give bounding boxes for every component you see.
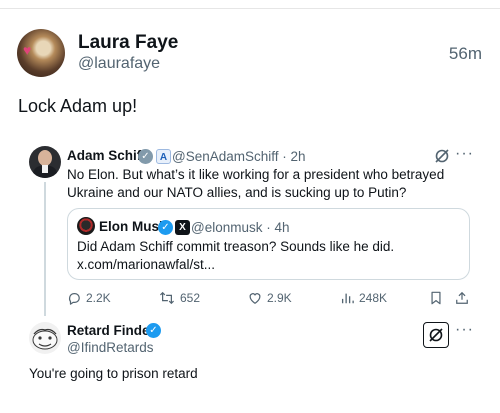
nested-post-link[interactable]: x.com/marionawfal/st...	[77, 256, 462, 274]
nested-post-line: Did Adam Schiff commit treason? Sounds l…	[77, 239, 395, 254]
author-avatar[interactable]: ♥	[17, 29, 65, 77]
reply-author-handle[interactable]: @IfindRetards	[67, 340, 154, 355]
reply-count: 2.2K	[86, 291, 111, 305]
views-chart-icon	[341, 293, 354, 304]
repost-button[interactable]: 652	[159, 290, 200, 306]
post-timestamp[interactable]: 56m	[449, 44, 482, 64]
share-button[interactable]	[455, 290, 469, 306]
bookmark-icon	[431, 291, 441, 305]
reply-author-name[interactable]: Retard Finder	[67, 323, 155, 338]
share-icon	[456, 291, 468, 304]
verified-grey-badge-icon: ✓	[138, 149, 153, 164]
avatar-face	[38, 150, 52, 166]
grok-button[interactable]	[423, 322, 449, 348]
views-button[interactable]: 248K	[340, 290, 387, 306]
like-button[interactable]: 2.9K	[248, 290, 292, 306]
more-options-button[interactable]: ···	[455, 145, 474, 163]
like-count: 2.9K	[267, 291, 292, 305]
repost-count: 652	[180, 291, 201, 305]
nested-author-handle-time[interactable]: @elonmusk · 4h	[191, 220, 290, 235]
grok-icon	[429, 328, 443, 342]
reply-icon	[68, 293, 80, 305]
nested-post-text: Did Adam Schiff commit treason? Sounds l…	[77, 238, 462, 274]
quoted-author-handle-time[interactable]: @SenAdamSchiff · 2h	[172, 149, 306, 164]
reply-author-avatar[interactable]	[29, 322, 61, 354]
heart-decoration-icon: ♥	[23, 42, 32, 58]
reply-button[interactable]: 2.2K	[67, 290, 111, 306]
repost-icon	[160, 291, 174, 305]
bookmark-button[interactable]	[430, 290, 442, 306]
top-divider	[0, 8, 500, 9]
quoted-author-avatar[interactable]	[29, 146, 61, 178]
author-handle[interactable]: @laurafaye	[78, 55, 160, 73]
nested-author-name[interactable]: Elon Musk	[99, 219, 167, 234]
nested-author-avatar[interactable]	[77, 217, 95, 235]
reply-text: You're going to prison retard	[29, 366, 198, 381]
quoted-author-name[interactable]: Adam Schiff	[67, 148, 146, 163]
reply-more-options-button[interactable]: ···	[455, 321, 474, 339]
post-screenshot: ♥ Laura Faye @laurafaye 56m Lock Adam up…	[0, 0, 500, 413]
thread-connector-line	[44, 182, 46, 316]
views-count: 248K	[359, 291, 388, 305]
quoted-post-text: No Elon. But what’s it like working for …	[67, 167, 445, 200]
cartoon-face-icon	[32, 328, 58, 350]
x-affiliation-icon: X	[175, 220, 190, 235]
post-text: Lock Adam up!	[18, 96, 138, 116]
heart-icon	[249, 293, 261, 304]
government-affiliation-icon: A	[156, 149, 171, 164]
verified-badge-icon: ✓	[146, 323, 161, 338]
avatar-collar	[42, 165, 48, 173]
author-name[interactable]: Laura Faye	[78, 32, 178, 54]
verified-badge-icon: ✓	[158, 220, 173, 235]
